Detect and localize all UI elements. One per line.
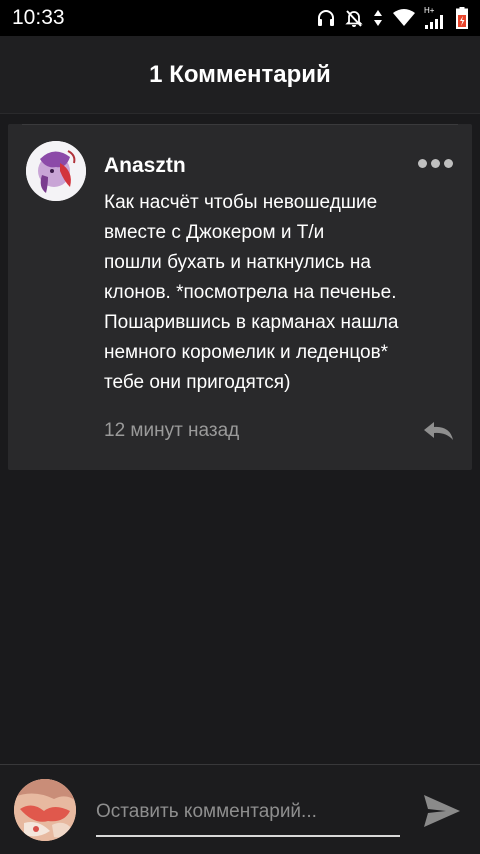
more-options-icon[interactable] (418, 152, 454, 174)
dot (444, 158, 453, 168)
battery-icon (456, 7, 468, 29)
comment-composer (0, 764, 480, 854)
status-bar: 10:33 H+ (0, 0, 480, 36)
comment-line: немного коромелик и леденцов* (104, 342, 389, 363)
signal-icon (425, 15, 443, 29)
headphones-icon (318, 10, 334, 26)
dot (418, 158, 427, 168)
status-icons: H+ (316, 7, 468, 29)
page-title: 1 Комментарий (149, 60, 331, 88)
comments-header: 1 Комментарий (0, 36, 480, 114)
comment-author[interactable]: Anasztn (104, 154, 186, 178)
reply-icon[interactable] (420, 418, 456, 442)
comment-input[interactable] (96, 793, 400, 837)
bell-off-icon (345, 10, 363, 27)
dot (431, 158, 440, 168)
user-avatar-image (14, 779, 76, 841)
status-time: 10:33 (12, 6, 65, 29)
comment-line: клонов. *посмотрела на печенье. (104, 282, 397, 303)
author-avatar[interactable] (26, 141, 86, 201)
send-icon[interactable] (420, 789, 464, 833)
divider (22, 124, 458, 125)
comment-line: тебе они пригодятся) (104, 372, 291, 393)
data-arrows-icon (374, 10, 382, 26)
wifi-icon (393, 9, 415, 26)
network-type-label: H+ (424, 6, 435, 15)
user-avatar[interactable] (14, 779, 76, 841)
avatar-image (26, 141, 86, 201)
comment-timestamp: 12 минут назад (104, 420, 240, 441)
signal-group: H+ (424, 7, 448, 29)
comment-line: вместе с Джокером и Т/и (104, 222, 325, 243)
comment-text: Как насчёт чтобы невошедшие вместе с Джо… (104, 188, 456, 398)
comment-card: Anasztn Как насчёт чтобы невошедшие вмес… (8, 124, 472, 470)
comment-line: Как насчёт чтобы невошедшие (104, 192, 378, 213)
comment-line: Пошарившись в карманах нашла (104, 312, 399, 333)
comment-line: пошли бухать и наткнулись на (104, 252, 371, 273)
